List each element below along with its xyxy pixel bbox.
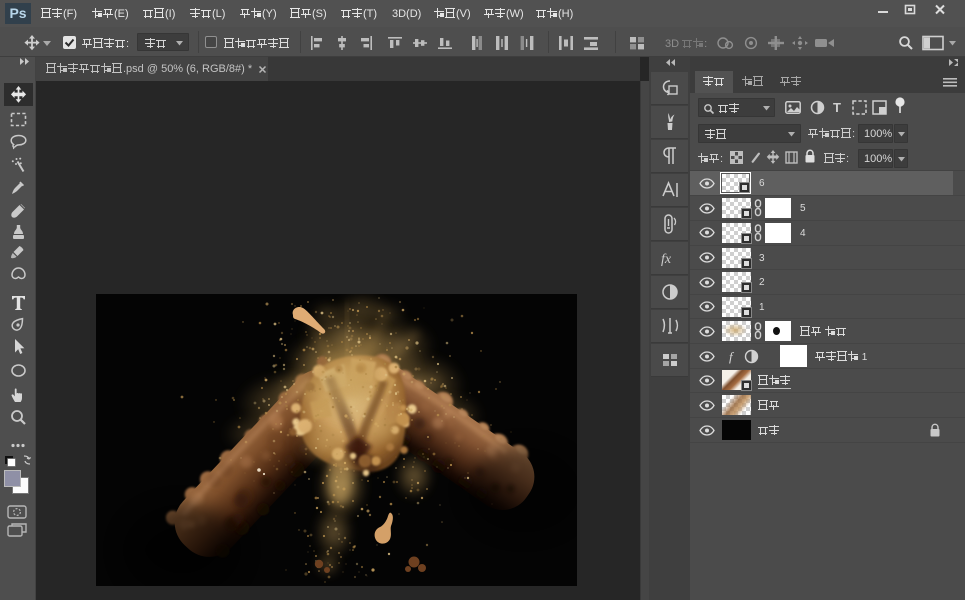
svg-text:fx: fx bbox=[661, 252, 672, 267]
